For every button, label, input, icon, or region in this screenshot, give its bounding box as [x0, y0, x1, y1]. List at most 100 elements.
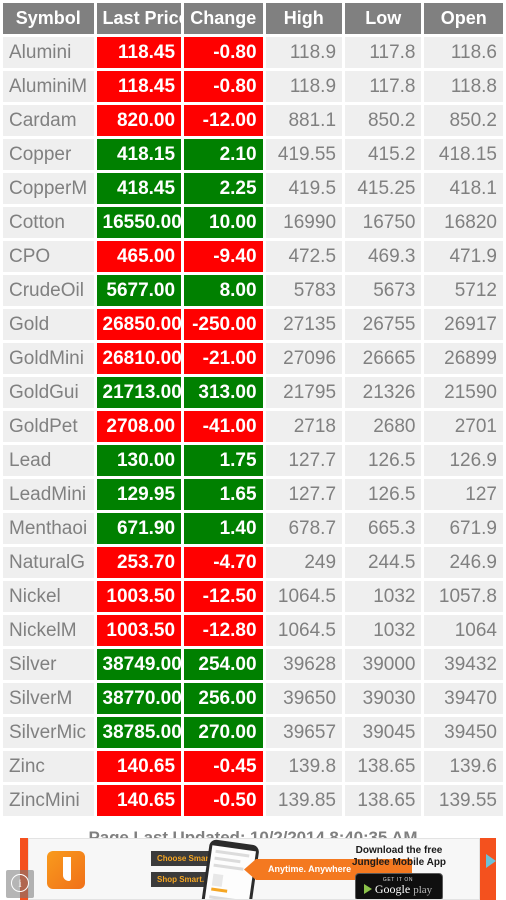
table-row[interactable]: AluminiM 118.45 -0.80 118.9 117.8 118.8	[3, 71, 503, 102]
cell-open: 1064	[424, 615, 503, 646]
cell-high: 1064.5	[265, 615, 343, 646]
cell-high: 127.7	[265, 445, 343, 476]
table-header-row: Symbol Last Price Change High Low Open	[3, 3, 503, 34]
cell-symbol: NaturalG	[3, 547, 94, 578]
cell-last-price: 1003.50	[96, 581, 182, 612]
column-header-open[interactable]: Open	[424, 3, 503, 34]
google-play-badge[interactable]: GET IT ON Google play	[354, 873, 444, 899]
table-row[interactable]: GoldPet 2708.00 -41.00 2718 2680 2701	[3, 411, 503, 442]
table-row[interactable]: LeadMini 129.95 1.65 127.7 126.5 127	[3, 479, 503, 510]
google-play-word-play: play	[413, 884, 433, 896]
cell-change: -12.50	[184, 581, 263, 612]
cell-change: -0.80	[184, 37, 263, 68]
cell-symbol: Menthaoi	[3, 513, 94, 544]
cell-high: 249	[265, 547, 343, 578]
table-row[interactable]: SilverM 38770.00 256.00 39650 39030 39470	[3, 683, 503, 714]
cell-last-price: 671.90	[96, 513, 182, 544]
table-row[interactable]: Alumini 118.45 -0.80 118.9 117.8 118.6	[3, 37, 503, 68]
table-row[interactable]: CPO 465.00 -9.40 472.5 469.3 471.9	[3, 241, 503, 272]
cell-change: -41.00	[184, 411, 263, 442]
cell-open: 850.2	[424, 105, 503, 136]
cell-high: 39650	[265, 683, 343, 714]
column-header-change[interactable]: Change	[184, 3, 263, 34]
cell-low: 126.5	[345, 445, 422, 476]
table-row[interactable]: GoldGui 21713.00 313.00 21795 21326 21590	[3, 377, 503, 408]
cell-open: 118.8	[424, 71, 503, 102]
cell-high: 118.9	[265, 37, 343, 68]
table-row[interactable]: Copper 418.15 2.10 419.55 415.2 418.15	[3, 139, 503, 170]
cell-high: 39628	[265, 649, 343, 680]
table-row[interactable]: GoldMini 26810.00 -21.00 27096 26665 26899	[3, 343, 503, 374]
phone-ui-rating	[211, 887, 228, 893]
ad-close-arrow-icon[interactable]	[486, 854, 496, 868]
table-row[interactable]: ZincMini 140.65 -0.50 139.85 138.65 139.55	[3, 785, 503, 816]
cell-open: 21590	[424, 377, 503, 408]
cell-high: 21795	[265, 377, 343, 408]
cell-low: 469.3	[345, 241, 422, 272]
table-row[interactable]: Gold 26850.00 -250.00 27135 26755 26917	[3, 309, 503, 340]
table-row[interactable]: Zinc 140.65 -0.45 139.8 138.65 139.6	[3, 751, 503, 782]
cell-low: 1032	[345, 615, 422, 646]
cell-symbol: Cotton	[3, 207, 94, 238]
table-row[interactable]: Lead 130.00 1.75 127.7 126.5 126.9	[3, 445, 503, 476]
cell-symbol: NickelM	[3, 615, 94, 646]
table-row[interactable]: Cardam 820.00 -12.00 881.1 850.2 850.2	[3, 105, 503, 136]
ad-info-icon[interactable]: i	[6, 870, 34, 898]
cell-high: 139.8	[265, 751, 343, 782]
cell-last-price: 26810.00	[96, 343, 182, 374]
cell-low: 39045	[345, 717, 422, 748]
cell-open: 418.15	[424, 139, 503, 170]
ad-download-line-2: Junglee Mobile App	[351, 857, 447, 868]
column-header-low[interactable]: Low	[345, 3, 422, 34]
cell-open: 471.9	[424, 241, 503, 272]
cell-high: 27135	[265, 309, 343, 340]
cell-symbol: Gold	[3, 309, 94, 340]
cell-symbol: CrudeOil	[3, 275, 94, 306]
cell-change: 1.75	[184, 445, 263, 476]
column-header-high[interactable]: High	[265, 3, 343, 34]
cell-high: 2718	[265, 411, 343, 442]
cell-high: 127.7	[265, 479, 343, 510]
mcx-quote-table: Symbol Last Price Change High Low Open A…	[0, 0, 506, 819]
cell-change: 2.10	[184, 139, 263, 170]
cell-high: 881.1	[265, 105, 343, 136]
table-row[interactable]: Menthaoi 671.90 1.40 678.7 665.3 671.9	[3, 513, 503, 544]
cell-symbol: Silver	[3, 649, 94, 680]
phone-ui-line	[208, 895, 242, 899]
cell-last-price: 5677.00	[96, 275, 182, 306]
cell-open: 118.6	[424, 37, 503, 68]
cell-open: 671.9	[424, 513, 503, 544]
table-row[interactable]: NickelM 1003.50 -12.80 1064.5 1032 1064	[3, 615, 503, 646]
cell-change: 1.40	[184, 513, 263, 544]
ad-banner[interactable]: Choose Smart. Shop Smart. Anytime. Anywh…	[0, 838, 506, 900]
cell-change: -0.80	[184, 71, 263, 102]
cell-symbol: SilverMic	[3, 717, 94, 748]
cell-last-price: 253.70	[96, 547, 182, 578]
ad-creative[interactable]: Choose Smart. Shop Smart. Anytime. Anywh…	[28, 838, 480, 900]
table-row[interactable]: Cotton 16550.00 10.00 16990 16750 16820	[3, 207, 503, 238]
cell-last-price: 130.00	[96, 445, 182, 476]
table-row[interactable]: NaturalG 253.70 -4.70 249 244.5 246.9	[3, 547, 503, 578]
cell-last-price: 418.15	[96, 139, 182, 170]
cell-symbol: Copper	[3, 139, 94, 170]
cell-change: 10.00	[184, 207, 263, 238]
column-header-symbol[interactable]: Symbol	[3, 3, 94, 34]
cell-last-price: 118.45	[96, 37, 182, 68]
cell-open: 246.9	[424, 547, 503, 578]
junglee-logo-icon	[47, 851, 85, 889]
table-row[interactable]: SilverMic 38785.00 270.00 39657 39045 39450	[3, 717, 503, 748]
cell-low: 117.8	[345, 71, 422, 102]
table-header: Symbol Last Price Change High Low Open	[3, 3, 503, 34]
cell-high: 419.5	[265, 173, 343, 204]
table-row[interactable]: Nickel 1003.50 -12.50 1064.5 1032 1057.8	[3, 581, 503, 612]
cell-low: 26665	[345, 343, 422, 374]
table-row[interactable]: Silver 38749.00 254.00 39628 39000 39432	[3, 649, 503, 680]
column-header-last-price[interactable]: Last Price	[96, 3, 182, 34]
cell-open: 139.55	[424, 785, 503, 816]
cell-high: 39657	[265, 717, 343, 748]
table-row[interactable]: CopperM 418.45 2.25 419.5 415.25 418.1	[3, 173, 503, 204]
cell-high: 27096	[265, 343, 343, 374]
cell-change: -0.50	[184, 785, 263, 816]
cell-open: 26917	[424, 309, 503, 340]
table-row[interactable]: CrudeOil 5677.00 8.00 5783 5673 5712	[3, 275, 503, 306]
